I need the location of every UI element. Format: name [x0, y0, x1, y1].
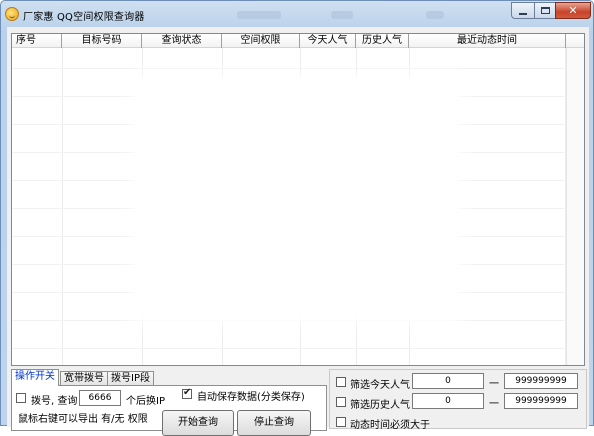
minimize-button[interactable]: [511, 2, 535, 19]
column-header-latest[interactable]: 最近动态时间: [409, 34, 566, 48]
tab-operation-switch[interactable]: 操作开关: [11, 369, 59, 386]
maximize-icon: [540, 7, 550, 14]
blurred-region: [237, 11, 281, 19]
dial-suffix-label: 个后换IP: [126, 396, 165, 407]
filter-dynamic-label: 动态时间必须大于: [350, 420, 430, 431]
options-tab-control: 操作开关 宽带拨号 拨号IP段 拨号, 查询 6666 个后换IP 自动保存数据…: [11, 369, 327, 436]
blurred-region: [132, 74, 462, 324]
dial-count-input[interactable]: 6666: [79, 390, 121, 406]
column-header-target[interactable]: 目标号码: [62, 34, 142, 48]
title-bar[interactable]: 厂家惠 QQ空间权限查询器 ✕: [1, 1, 593, 27]
column-header-index[interactable]: 序号: [12, 34, 62, 48]
results-list[interactable]: 序号 目标号码 查询状态 空间权限 今天人气 历史人气 最近动态时间: [11, 33, 585, 366]
filter-history-max-input[interactable]: 999999999: [504, 393, 578, 409]
blurred-region: [426, 11, 444, 19]
tab-broadband-dial[interactable]: 宽带拨号: [60, 371, 108, 386]
filter-today-max-input[interactable]: 999999999: [504, 373, 578, 389]
vertical-scrollbar[interactable]: [566, 48, 584, 365]
column-header-permission[interactable]: 空间权限: [222, 34, 300, 48]
autosave-checkbox[interactable]: [182, 387, 192, 399]
close-icon: ✕: [568, 4, 578, 17]
list-header: 序号 目标号码 查询状态 空间权限 今天人气 历史人气 最近动态时间: [12, 34, 584, 48]
grid-line: [12, 68, 584, 69]
filter-panel: 筛选今天人气 0 一 999999999 筛选历史人气 0 一 99999999…: [329, 369, 587, 431]
app-logo-icon: [5, 7, 19, 21]
client-area: 序号 目标号码 查询状态 空间权限 今天人气 历史人气 最近动态时间 操作开关 …: [7, 27, 589, 436]
window-title: 厂家惠 QQ空间权限查询器: [23, 12, 145, 23]
filter-today-min-input[interactable]: 0: [412, 373, 484, 389]
filter-today-checkbox[interactable]: [336, 377, 346, 387]
close-button[interactable]: ✕: [555, 2, 591, 19]
grid-line: [12, 348, 584, 349]
tab-dial-ip-range[interactable]: 拨号IP段: [107, 371, 154, 386]
maximize-button[interactable]: [534, 2, 556, 19]
dial-label: 拨号, 查询: [31, 396, 78, 407]
filter-history-min-input[interactable]: 0: [412, 393, 484, 409]
blurred-region: [331, 11, 353, 19]
range-separator: 一: [489, 399, 499, 410]
minimize-icon: [519, 12, 527, 15]
column-header-today[interactable]: 今天人气: [300, 34, 356, 48]
filter-history-checkbox[interactable]: [336, 397, 346, 407]
stop-query-button[interactable]: 停止查询: [237, 410, 311, 436]
app-window: 厂家惠 QQ空间权限查询器 ✕ 序号 目标号码 查询状态 空间权限 今天人气 历…: [0, 0, 594, 436]
filter-history-label: 筛选历史人气: [350, 400, 410, 411]
filter-today-label: 筛选今天人气: [350, 380, 410, 391]
export-hint-label: 鼠标右键可以导出 有/无 权限: [18, 414, 148, 425]
tab-pane-operation: 拨号, 查询 6666 个后换IP 自动保存数据(分类保存) 鼠标右键可以导出 …: [11, 385, 327, 436]
column-header-status[interactable]: 查询状态: [142, 34, 222, 48]
range-separator: 一: [489, 379, 499, 390]
start-query-button[interactable]: 开始查询: [162, 410, 234, 436]
column-header-history[interactable]: 历史人气: [356, 34, 409, 48]
autosave-label: 自动保存数据(分类保存): [197, 392, 305, 403]
dial-checkbox[interactable]: [16, 393, 26, 403]
